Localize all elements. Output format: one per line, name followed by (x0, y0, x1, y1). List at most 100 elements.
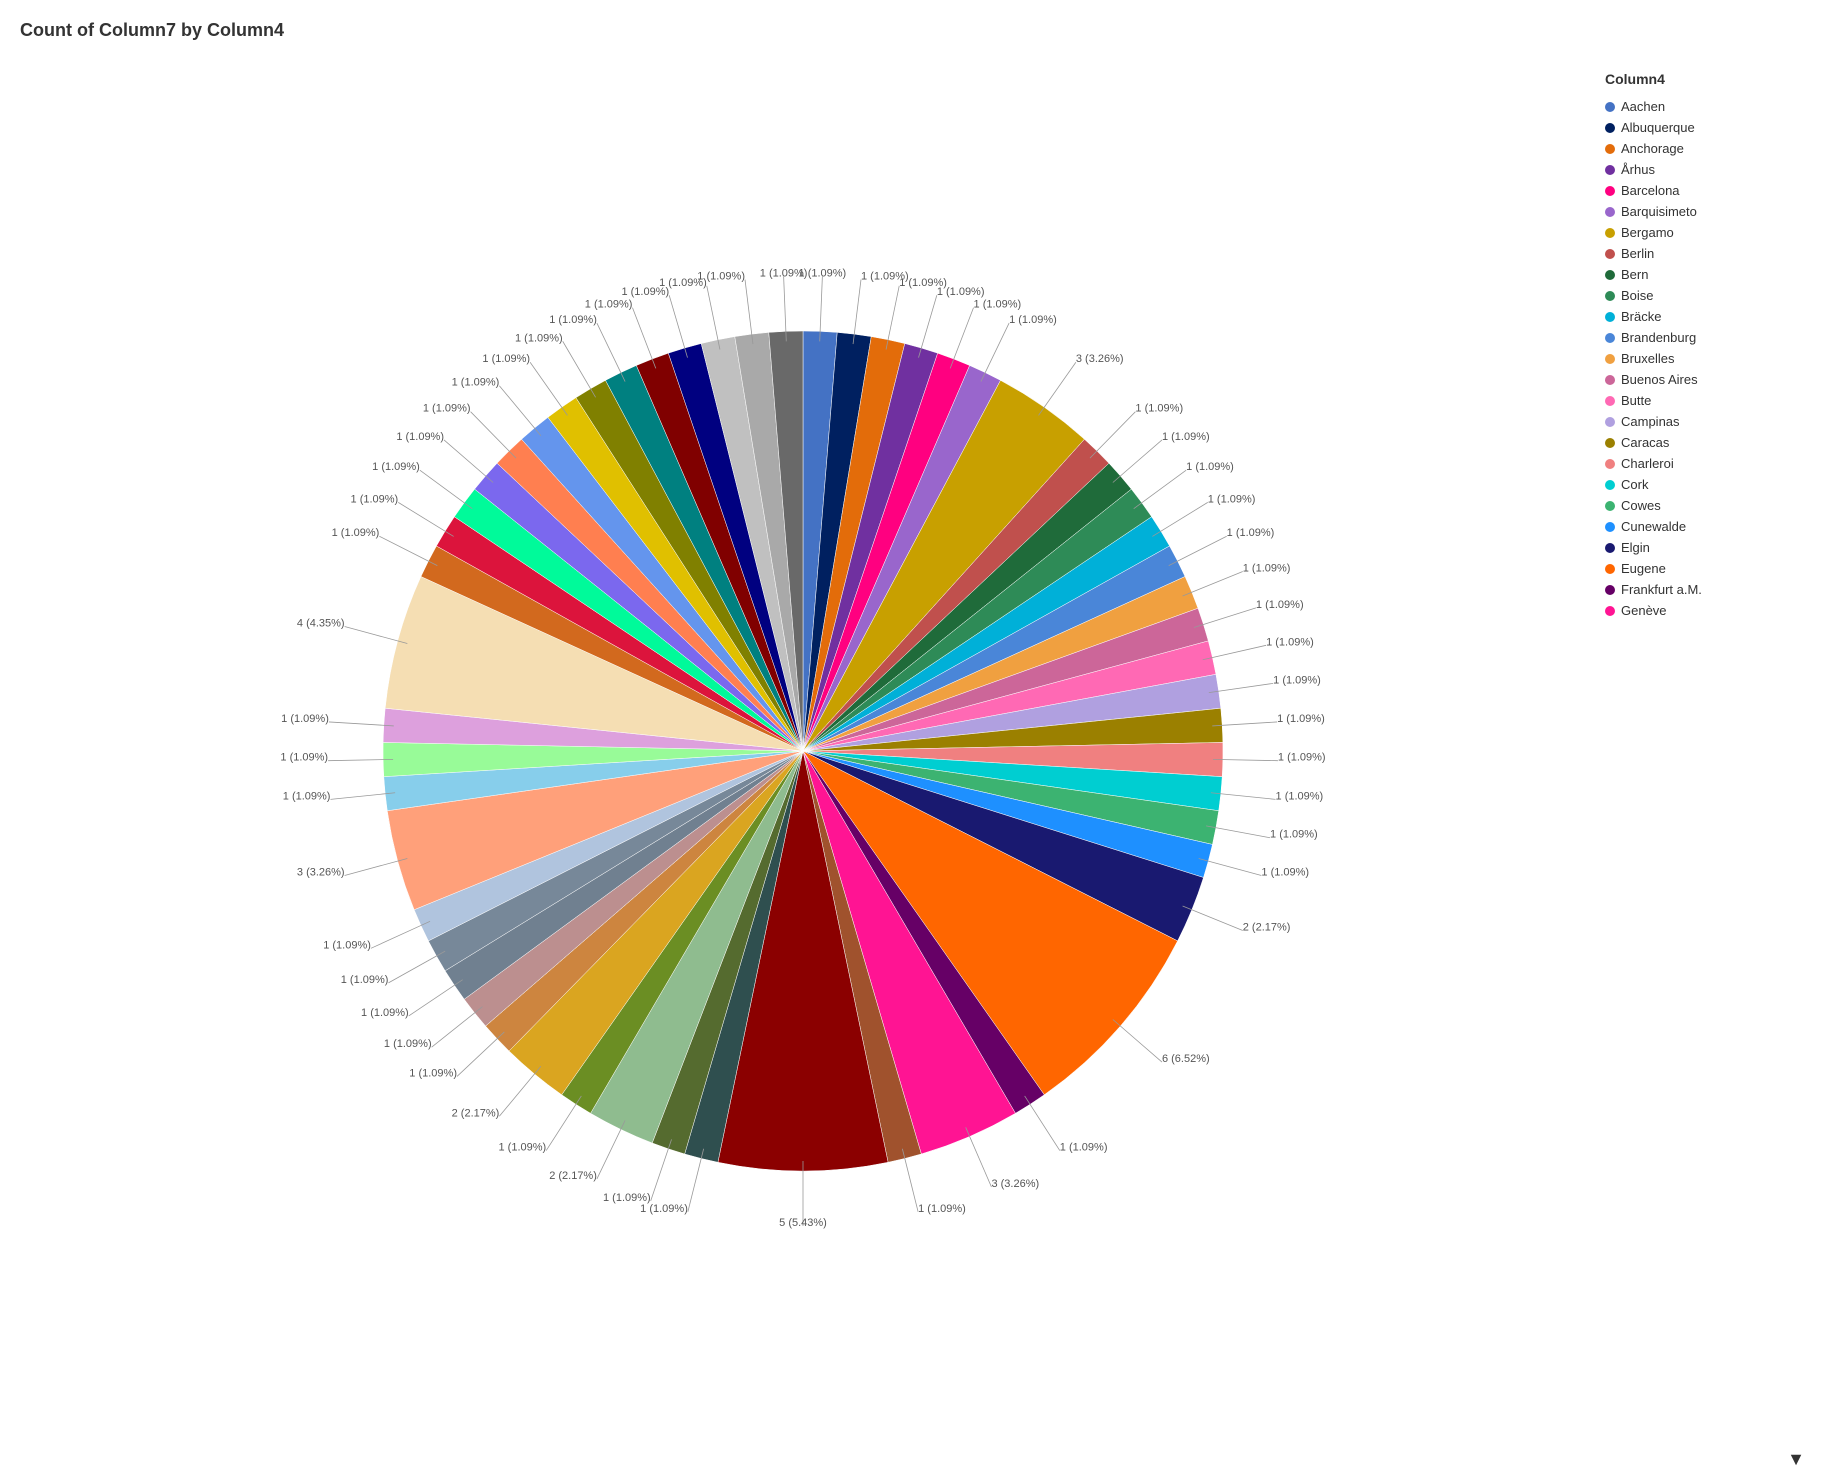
pie-label-text: 1 (1.09%) (936, 286, 984, 298)
legend-label: Aachen (1621, 99, 1665, 114)
legend-color-dot (1605, 333, 1615, 343)
pie-label-group: 2 (2.17%) (451, 1066, 540, 1119)
pie-label-group: 1 (1.09%) (1212, 713, 1325, 726)
legend-item: Brandenburg (1605, 330, 1785, 345)
legend-item: Boise (1605, 288, 1785, 303)
pie-label-text: 1 (1.09%) (498, 1142, 546, 1154)
legend-label: Barcelona (1621, 183, 1680, 198)
legend-item: Barquisimeto (1605, 204, 1785, 219)
legend-item: Butte (1605, 393, 1785, 408)
legend-item: Albuquerque (1605, 120, 1785, 135)
pie-label-text: 1 (1.09%) (549, 314, 597, 326)
pie-label-text: 1 (1.09%) (372, 461, 420, 473)
legend-label: Bern (1621, 267, 1648, 282)
legend-color-dot (1605, 459, 1615, 469)
legend-color-dot (1605, 312, 1615, 322)
legend-label: Bergamo (1621, 225, 1674, 240)
pie-label-text: 1 (1.09%) (280, 752, 328, 764)
pie-label-text: 1 (1.09%) (973, 299, 1021, 311)
pie-label-text: 1 (1.09%) (409, 1067, 457, 1079)
pie-label-text: 1 (1.09%) (1266, 636, 1314, 648)
pie-label-group: 1 (1.09%) (1210, 790, 1322, 802)
legend-label: Elgin (1621, 540, 1650, 555)
legend-label: Campinas (1621, 414, 1680, 429)
chart-area: 1 (1.09%)1 (1.09%)1 (1.09%)1 (1.09%)1 (1… (20, 61, 1805, 1441)
legend-item: Charleroi (1605, 456, 1785, 471)
chart-container: Count of Column7 by Column4 1 (1.09%)1 (… (0, 0, 1825, 1480)
pie-label-text: 1 (1.09%) (1161, 431, 1209, 443)
pie-label-group: 5 (5.43%) (779, 1161, 827, 1229)
pie-label-text: 1 (1.09%) (340, 974, 388, 986)
pie-label-group: 1 (1.09%) (1206, 826, 1318, 841)
pie-label-text: 4 (4.35%) (296, 618, 344, 630)
pie-label-group: 1 (1.09%) (1112, 431, 1209, 483)
pie-section: 1 (1.09%)1 (1.09%)1 (1.09%)1 (1.09%)1 (1… (20, 61, 1585, 1441)
pie-label-text: 2 (2.17%) (549, 1170, 597, 1182)
legend-label: Butte (1621, 393, 1651, 408)
legend-item: Elgin (1605, 540, 1785, 555)
pie-label-text: 1 (1.09%) (515, 332, 563, 344)
legend-color-dot (1605, 417, 1615, 427)
legend-color-dot (1605, 102, 1615, 112)
legend-color-dot (1605, 207, 1615, 217)
pie-label-text: 2 (2.17%) (451, 1107, 499, 1119)
legend-item: Aachen (1605, 99, 1785, 114)
legend-item: Århus (1605, 162, 1785, 177)
legend-item: Caracas (1605, 435, 1785, 450)
legend-item: Campinas (1605, 414, 1785, 429)
legend-item: Anchorage (1605, 141, 1785, 156)
legend-item: Barcelona (1605, 183, 1785, 198)
pie-label-text: 1 (1.09%) (1242, 562, 1290, 574)
pie-label-group: 1 (1.09%) (282, 790, 394, 802)
pie-label-text: 1 (1.09%) (482, 353, 530, 365)
legend-color-dot (1605, 186, 1615, 196)
legend-label: Genève (1621, 603, 1667, 618)
legend-label: Anchorage (1621, 141, 1684, 156)
pie-label-text: 3 (3.26%) (991, 1178, 1039, 1190)
pie-label-group: 1 (1.09%) (659, 277, 720, 350)
pie-label-group: 1 (1.09%) (1198, 858, 1308, 878)
legend-color-dot (1605, 228, 1615, 238)
chart-title: Count of Column7 by Column4 (20, 20, 1805, 41)
legend-item: Bergamo (1605, 225, 1785, 240)
pie-label-group: 1 (1.09%) (697, 271, 753, 345)
pie-label-text: 1 (1.09%) (1186, 461, 1234, 473)
legend-color-dot (1605, 438, 1615, 448)
pie-label-group: 2 (2.17%) (1182, 906, 1290, 934)
pie-label-group: 1 (1.09%) (584, 299, 655, 369)
legend-color-dot (1605, 354, 1615, 364)
pie-label-group: 1 (1.09%) (340, 951, 444, 986)
legend-item: Bruxelles (1605, 351, 1785, 366)
pie-label-text: 3 (3.26%) (1075, 353, 1123, 365)
legend-label: Caracas (1621, 435, 1669, 450)
scroll-down-indicator[interactable]: ▼ (1787, 1449, 1805, 1470)
legend-label: Frankfurt a.M. (1621, 582, 1702, 597)
pie-label-text: 1 (1.09%) (584, 299, 632, 311)
legend-label: Cork (1621, 477, 1648, 492)
legend-color-dot (1605, 291, 1615, 301)
pie-label-text: 1 (1.09%) (640, 1203, 688, 1215)
legend-color-dot (1605, 585, 1615, 595)
pie-label-group: 1 (1.09%) (331, 527, 437, 565)
pie-label-group: 1 (1.09%) (1202, 636, 1313, 659)
pie-label-group: 2 (2.17%) (549, 1120, 625, 1182)
pie-label-group: 1 (1.09%) (280, 752, 393, 764)
pie-label-group: 1 (1.09%) (640, 1149, 703, 1215)
legend-color-dot (1605, 375, 1615, 385)
legend-label: Eugene (1621, 561, 1666, 576)
pie-label-text: 1 (1.09%) (1261, 866, 1309, 878)
pie-label-group: 1 (1.09%) (549, 314, 625, 382)
pie-label-text: 1 (1.09%) (331, 527, 379, 539)
pie-label-group: 1 (1.09%) (1212, 752, 1325, 764)
pie-label-text: 1 (1.09%) (422, 403, 470, 415)
legend-item: Genève (1605, 603, 1785, 618)
pie-label-text: 1 (1.09%) (697, 271, 745, 283)
pie-label-text: 1 (1.09%) (282, 790, 330, 802)
legend-item: Bern (1605, 267, 1785, 282)
legend-color-dot (1605, 165, 1615, 175)
pie-label-text: 1 (1.09%) (1270, 829, 1318, 841)
pie-label-text: 1 (1.09%) (323, 939, 371, 951)
pie-label-text: 1 (1.09%) (918, 1203, 966, 1215)
legend-color-dot (1605, 144, 1615, 154)
legend-color-dot (1605, 543, 1615, 553)
